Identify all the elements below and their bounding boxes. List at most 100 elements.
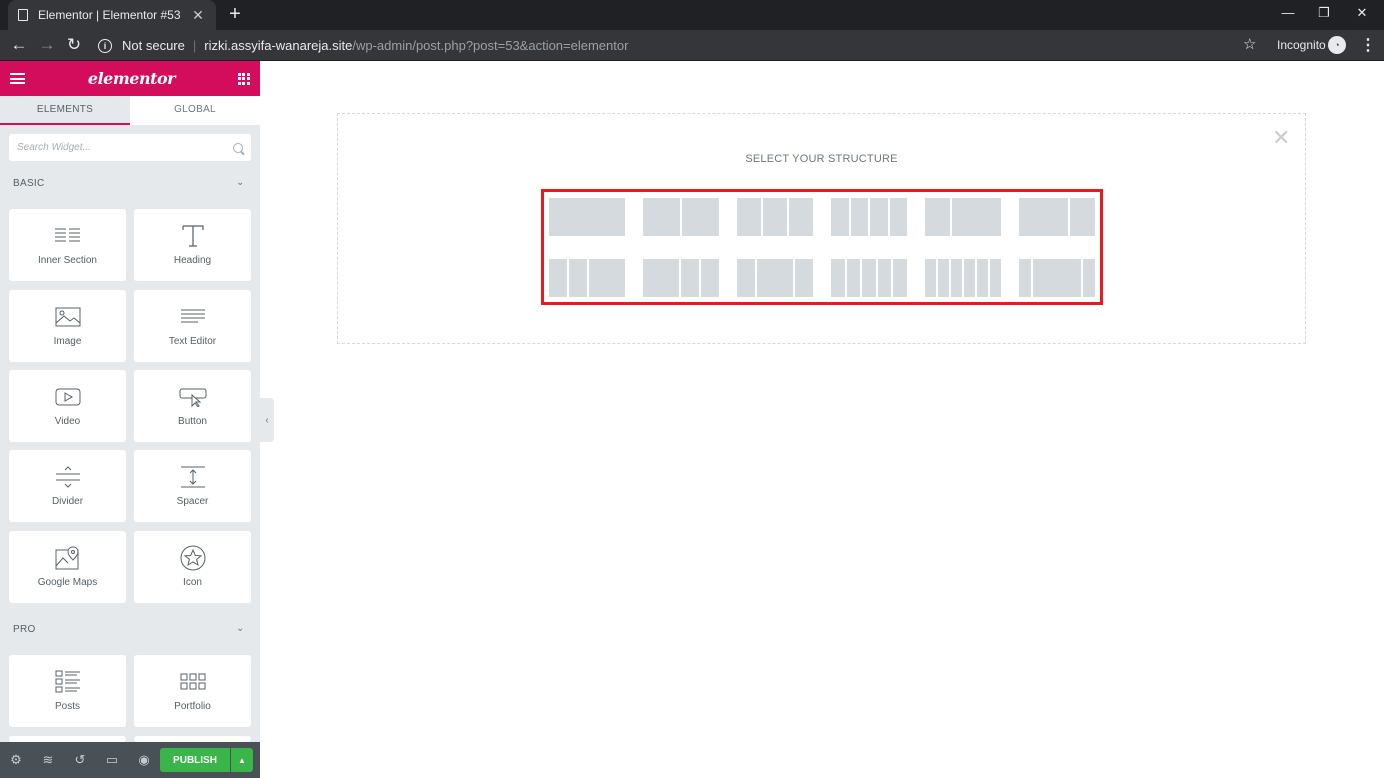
tab-close-icon[interactable]: ✕ — [190, 7, 206, 24]
structure-preset[interactable] — [925, 198, 1001, 236]
widget-icon[interactable]: Icon — [134, 531, 251, 603]
structure-preset[interactable] — [831, 198, 907, 236]
search-icon — [233, 142, 243, 153]
widgets-grid-icon[interactable] — [237, 72, 250, 85]
browser-toolbar: ← → ↻ i Not secure | rizki.assyifa-wanar… — [0, 30, 1384, 61]
publish-options-caret-icon[interactable]: ▲ — [231, 748, 253, 772]
history-icon[interactable]: ↺ — [64, 742, 96, 778]
panel-tabs: ELEMENTS GLOBAL — [0, 96, 260, 125]
panel-collapse-handle[interactable]: ‹ — [260, 398, 274, 442]
address-bar[interactable]: i Not secure | rizki.assyifa-wanareja.si… — [98, 32, 1268, 59]
preset-column — [889, 198, 907, 236]
preset-column — [893, 259, 907, 297]
widget-heading[interactable]: Heading — [134, 209, 251, 281]
structure-preset[interactable] — [1019, 198, 1095, 236]
widget-spacer[interactable]: Spacer — [134, 450, 251, 522]
tab-elements[interactable]: ELEMENTS — [0, 96, 130, 125]
tab-global[interactable]: GLOBAL — [130, 96, 260, 125]
address-divider: | — [192, 38, 197, 53]
browser-tab-bar: Elementor | Elementor #53 ✕ + — ❐ ✕ — [0, 0, 1384, 30]
preset-column — [549, 259, 567, 297]
widget-divider[interactable]: Divider — [9, 450, 126, 522]
preset-column — [977, 259, 988, 297]
structure-preset[interactable] — [549, 198, 625, 236]
structure-preset[interactable] — [1019, 259, 1095, 297]
widget-label: Icon — [183, 577, 202, 588]
preset-column — [737, 198, 761, 236]
widget-inner-section[interactable]: Inner Section — [9, 209, 126, 281]
widget-video[interactable]: Video — [9, 370, 126, 442]
bookmark-star-icon[interactable]: ☆ — [1243, 35, 1256, 53]
inner-section-icon — [54, 221, 81, 251]
forward-arrow-icon[interactable]: → — [36, 34, 58, 56]
preset-column — [549, 198, 625, 236]
structure-preset[interactable] — [643, 198, 719, 236]
layers-icon[interactable]: ≋ — [32, 742, 64, 778]
incognito-label: Incognito — [1277, 38, 1326, 52]
structure-preset[interactable] — [643, 259, 719, 297]
panel-footer: ⚙ ≋ ↺ ▭ ◉ PUBLISH ▲ — [0, 742, 260, 778]
widget-label: Spacer — [176, 496, 209, 507]
button-cursor-icon — [179, 382, 207, 412]
widget-google-maps[interactable]: Google Maps — [9, 531, 126, 603]
widget-label: Posts — [54, 701, 80, 712]
chevron-down-icon[interactable]: ⌄ — [236, 623, 244, 634]
publish-button[interactable]: PUBLISH — [160, 748, 230, 772]
search-placeholder: Search Widget... — [17, 142, 91, 153]
hamburger-menu-icon[interactable] — [10, 73, 25, 84]
browser-menu-icon[interactable]: ⋮ — [1360, 35, 1376, 55]
structure-preset[interactable] — [549, 259, 625, 297]
security-label: Not secure — [122, 38, 185, 53]
structure-preset[interactable] — [737, 259, 813, 297]
widget-portfolio[interactable]: Portfolio — [134, 655, 251, 727]
preset-column — [831, 259, 845, 297]
posts-icon — [55, 667, 81, 697]
category-basic-label[interactable]: BASIC — [13, 178, 45, 189]
preset-column — [701, 259, 719, 297]
preset-column — [789, 198, 813, 236]
browser-tab[interactable]: Elementor | Elementor #53 ✕ — [8, 0, 216, 30]
preset-column — [964, 259, 975, 297]
preset-column — [850, 198, 868, 236]
preset-column — [643, 198, 680, 236]
preset-column — [589, 259, 625, 297]
preset-column — [846, 259, 861, 297]
gear-icon[interactable]: ⚙ — [0, 742, 32, 778]
preset-column — [951, 259, 962, 297]
incognito-icon[interactable]: ◔ — [1328, 36, 1346, 54]
chevron-down-icon[interactable]: ⌄ — [236, 177, 244, 188]
minimize-button[interactable]: — — [1278, 5, 1298, 20]
info-icon[interactable]: i — [98, 38, 112, 53]
preset-column — [757, 259, 793, 297]
widget-label: Button — [178, 416, 207, 427]
structure-preset[interactable] — [831, 259, 907, 297]
widget-button[interactable]: Button — [134, 370, 251, 442]
back-arrow-icon[interactable]: ← — [8, 34, 30, 56]
new-tab-button[interactable]: + — [225, 4, 245, 24]
close-icon[interactable]: ✕ — [1272, 127, 1290, 149]
preset-column — [643, 259, 679, 297]
select-structure-title: SELECT YOUR STRUCTURE — [745, 153, 898, 165]
video-play-icon — [55, 382, 81, 412]
preset-column — [925, 259, 936, 297]
divider-icon — [55, 462, 81, 492]
window-close-button[interactable]: ✕ — [1352, 5, 1372, 21]
category-pro-label[interactable]: PRO — [13, 624, 36, 635]
preset-column — [1019, 259, 1031, 297]
restore-button[interactable]: ❐ — [1314, 5, 1334, 21]
eye-icon[interactable]: ◉ — [128, 742, 160, 778]
structure-preset[interactable] — [737, 198, 813, 236]
responsive-icon[interactable]: ▭ — [96, 742, 128, 778]
widget-text-editor[interactable]: Text Editor — [134, 290, 251, 362]
preset-column — [990, 259, 1001, 297]
widget-search-input[interactable]: Search Widget... — [9, 134, 251, 161]
preset-column — [737, 259, 755, 297]
widget-label: Portfolio — [174, 701, 211, 712]
structure-preset[interactable] — [925, 259, 1001, 297]
widget-posts[interactable]: Posts — [9, 655, 126, 727]
widget-label: Image — [53, 336, 82, 347]
widget-label: Google Maps — [37, 577, 98, 588]
widget-image[interactable]: Image — [9, 290, 126, 362]
heading-icon — [181, 221, 205, 251]
reload-icon[interactable]: ↻ — [63, 34, 85, 56]
